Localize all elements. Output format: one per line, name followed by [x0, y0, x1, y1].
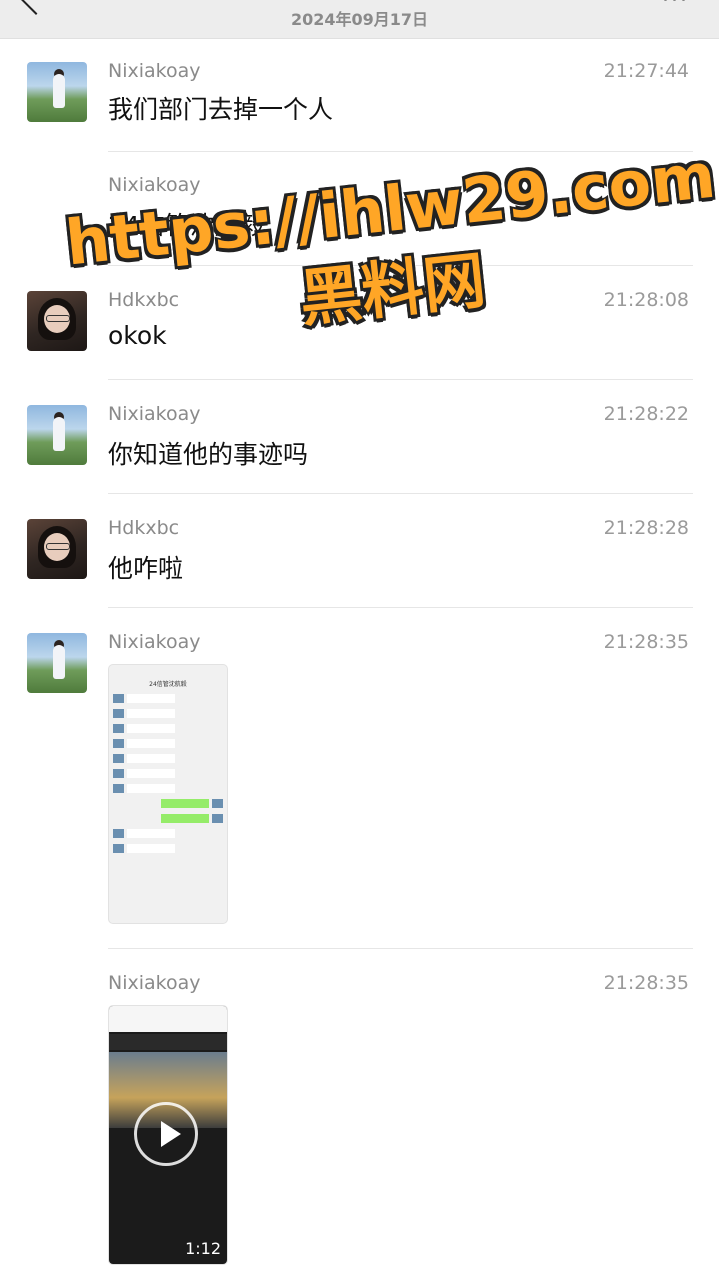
sender-name: Nixiakoay	[108, 60, 201, 82]
message-text: 你知道他的事迹吗	[108, 440, 309, 469]
divider	[108, 151, 693, 152]
avatar[interactable]	[27, 291, 87, 351]
sender-name: Nixiakoay	[108, 174, 201, 196]
message-time: 21:27:44	[603, 60, 689, 82]
message-text: 我们部门去掉一个人	[108, 95, 334, 124]
image-thumbnail[interactable]: 24信管沈航毅	[108, 664, 228, 924]
avatar[interactable]	[27, 633, 87, 693]
sender-name: Hdkxbc	[108, 289, 180, 311]
video-duration: 1:12	[185, 1239, 221, 1258]
divider	[108, 265, 693, 266]
chat-date: 2024年09月17日	[290, 10, 429, 29]
message-text: 24信管沈航毅	[108, 211, 265, 240]
divider	[108, 948, 693, 949]
video-thumbnail[interactable]: 1:12	[108, 1005, 228, 1265]
sender-name: Nixiakoay	[108, 403, 201, 425]
avatar[interactable]	[27, 519, 87, 579]
avatar[interactable]	[27, 405, 87, 465]
message-text: 他咋啦	[108, 554, 184, 583]
top-bar: ··· 2024年09月17日	[0, 0, 719, 39]
message-time: 21:28:08	[603, 289, 689, 311]
message-time: 21:28:35	[603, 972, 689, 994]
divider	[108, 379, 693, 380]
divider	[108, 607, 693, 608]
sender-name: Hdkxbc	[108, 517, 180, 539]
play-icon[interactable]	[134, 1102, 198, 1166]
sender-name: Nixiakoay	[108, 972, 201, 994]
message-time: 21:28:28	[603, 517, 689, 539]
sender-name: Nixiakoay	[108, 631, 201, 653]
divider	[108, 493, 693, 494]
message-time: 21:28:22	[603, 403, 689, 425]
message-time: 21:28:35	[603, 631, 689, 653]
image-title: 24信管沈航毅	[149, 681, 187, 688]
message-text: okok	[108, 321, 167, 350]
avatar[interactable]	[27, 62, 87, 122]
